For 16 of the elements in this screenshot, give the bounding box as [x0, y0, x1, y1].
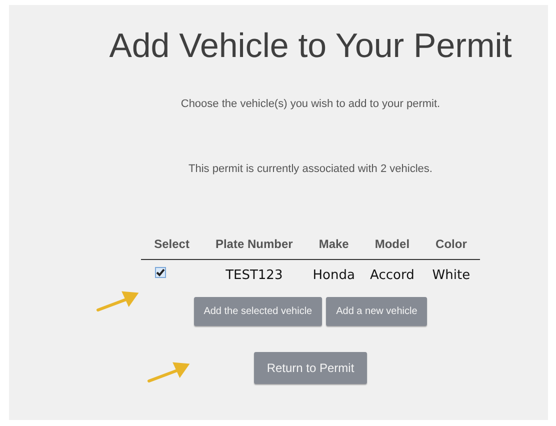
return-button[interactable]: Return to Permit — [254, 352, 368, 384]
table-cell: Honda — [306, 260, 362, 289]
column-header: Select — [141, 237, 202, 260]
page-title: Add Vehicle to Your Permit — [109, 27, 512, 66]
instruction-text: Choose the vehicle(s) you wish to add to your permit. — [180, 98, 440, 110]
column-header: Model — [362, 237, 423, 260]
table-cell: White — [422, 260, 480, 289]
table-cell: Accord — [362, 260, 423, 289]
column-header: Plate Number — [202, 237, 306, 260]
column-header: Color — [422, 237, 480, 260]
table-cell: TEST123 — [202, 260, 306, 289]
column-header: Make — [306, 237, 362, 260]
association-note: This permit is currently associated with 2 vehicles. — [188, 163, 432, 175]
row-checkbox[interactable] — [155, 267, 166, 278]
action-button[interactable]: Add the selected vehicle — [194, 297, 322, 326]
action-button[interactable]: Add a new vehicle — [326, 297, 428, 326]
